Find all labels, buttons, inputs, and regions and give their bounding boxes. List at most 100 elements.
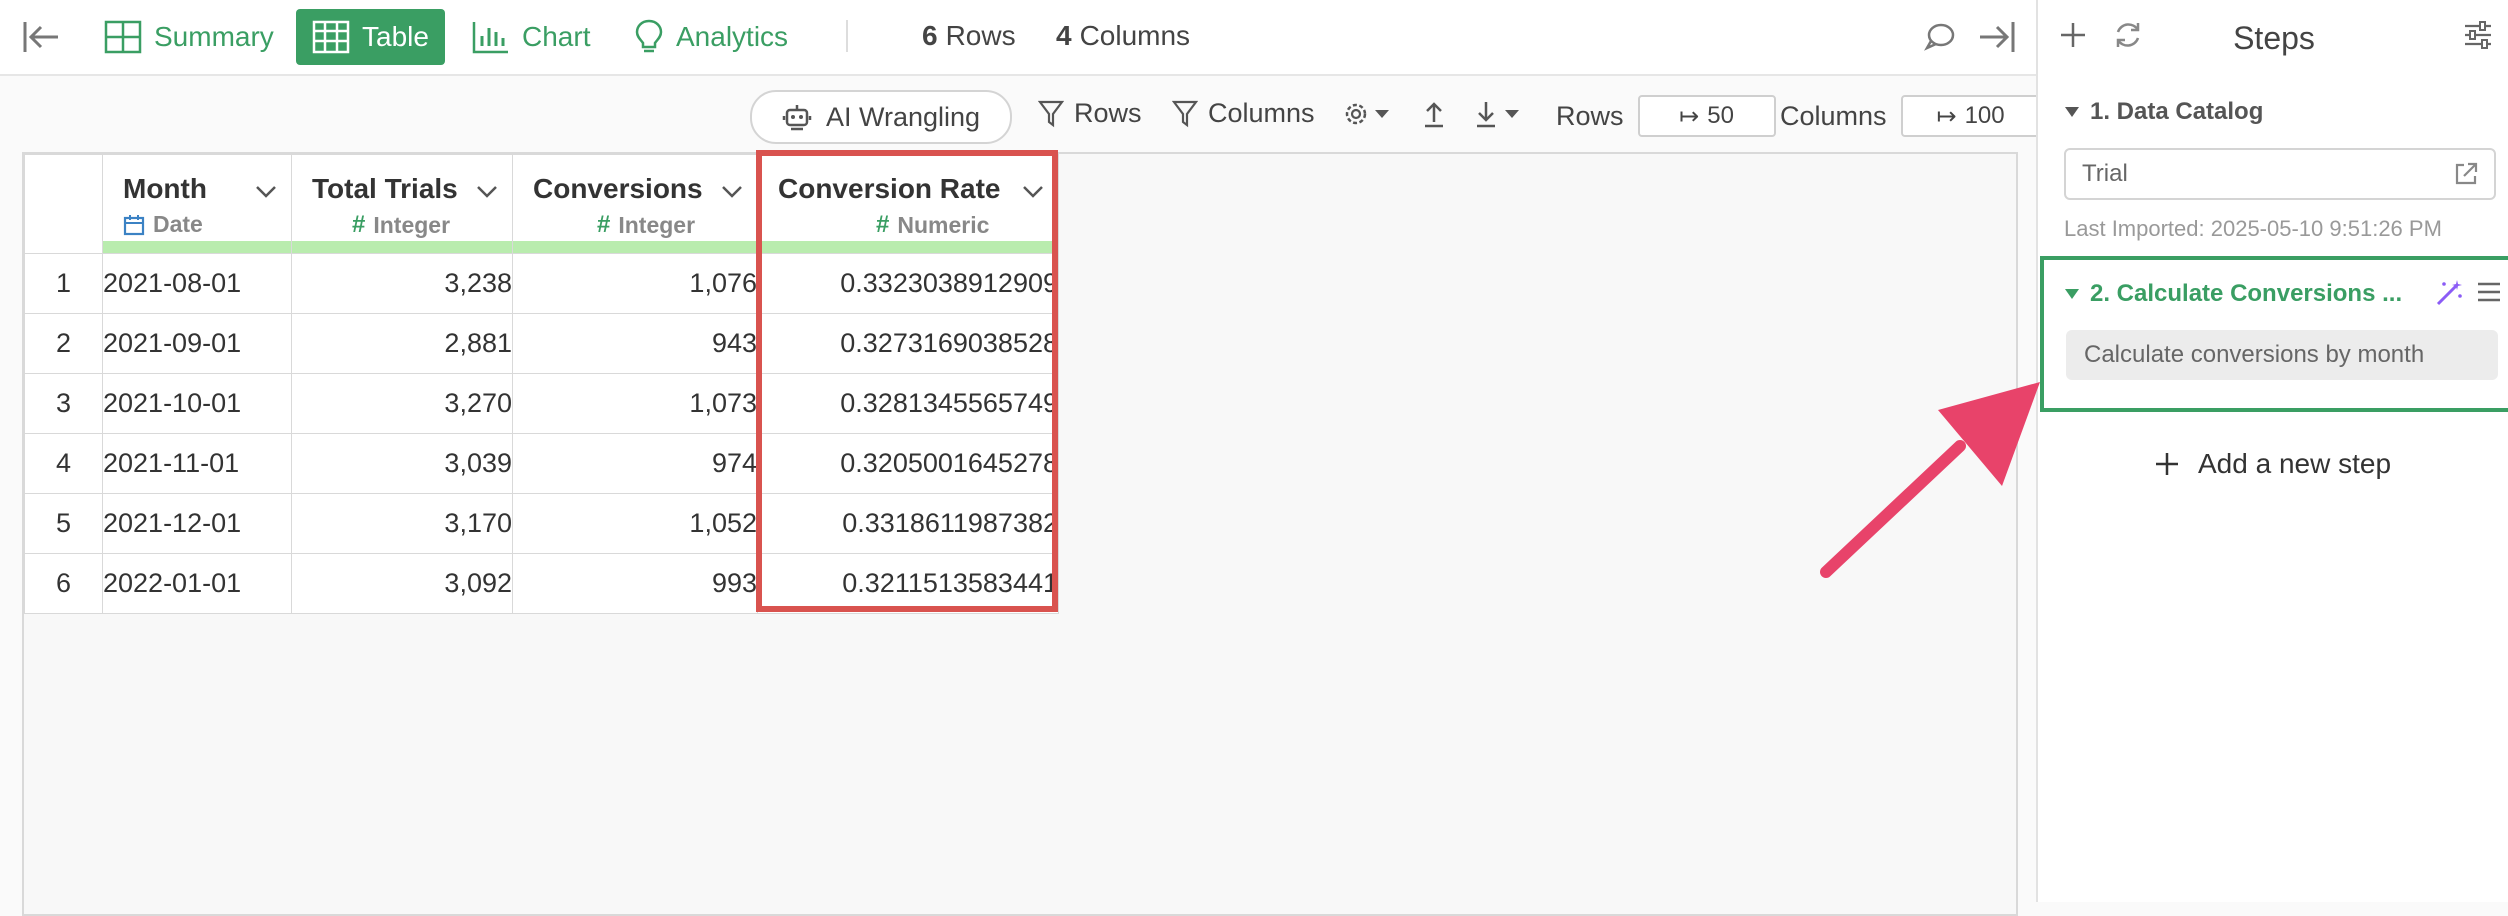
cell-total-trials[interactable]: 2,881 <box>291 313 513 374</box>
hash-icon: # <box>876 211 890 238</box>
column-quality-bar <box>758 241 1058 253</box>
cell-conversion-rate[interactable]: 0.3205001645278 <box>757 433 1059 494</box>
rows-limit-input[interactable]: ↦ 50 <box>1637 95 1776 137</box>
cell-month[interactable]: 2021-10-01 <box>102 373 292 434</box>
chevron-down-icon[interactable] <box>721 185 743 199</box>
cell-month[interactable]: 2021-11-01 <box>102 433 292 494</box>
comment-icon[interactable] <box>1924 22 1956 52</box>
collapse-right-icon[interactable] <box>1976 20 2016 54</box>
arrow-right-bar-icon: ↦ <box>1936 102 1957 130</box>
caret-down-icon <box>2064 288 2080 300</box>
cell-conversion-rate[interactable]: 0.3323038912909 <box>757 253 1059 314</box>
chevron-down-icon[interactable] <box>476 185 498 199</box>
sliders-icon[interactable] <box>2462 20 2494 50</box>
summary-grid-icon <box>104 20 154 54</box>
cell-total-trials[interactable]: 3,170 <box>291 493 513 554</box>
cell-conversions[interactable]: 943 <box>512 313 758 374</box>
ai-wrangling-button[interactable]: AI Wrangling <box>750 90 1013 144</box>
add-step-label: Add a new step <box>2198 448 2392 479</box>
collapse-left-icon[interactable] <box>22 20 62 54</box>
table-row: 1 2021-08-01 3,238 1,076 0.3323038912909 <box>24 253 1059 314</box>
steps-title: Steps <box>2233 20 2315 56</box>
tab-analytics[interactable]: Analytics <box>618 9 804 65</box>
column-type: # Numeric <box>876 211 989 239</box>
settings-dropdown[interactable] <box>1342 100 1390 128</box>
rows-count: 6 Rows <box>922 20 1016 52</box>
cell-conversion-rate[interactable]: 0.3273169038528 <box>757 313 1059 374</box>
cell-conversions[interactable]: 1,076 <box>512 253 758 314</box>
columns-filter-label: Columns <box>1208 98 1315 128</box>
step-1-source[interactable]: Trial <box>2064 148 2496 200</box>
cell-total-trials[interactable]: 3,092 <box>291 553 513 614</box>
rows-filter-label: Rows <box>1074 98 1142 128</box>
cell-conversions[interactable]: 1,073 <box>512 373 758 434</box>
column-type: # Integer <box>352 211 450 239</box>
column-quality-bar <box>292 241 512 253</box>
columns-filter-button[interactable]: Columns <box>1172 98 1315 129</box>
column-header-conversions[interactable]: Conversions # Integer <box>512 154 758 254</box>
cell-conversions[interactable]: 974 <box>512 433 758 494</box>
rows-limit-label: Rows <box>1556 100 1624 131</box>
tab-chart[interactable]: Chart <box>456 9 606 65</box>
caret-down-icon <box>2064 106 2080 118</box>
column-type-label: Numeric <box>897 211 990 238</box>
cell-conversions[interactable]: 1,052 <box>512 493 758 554</box>
row-number: 1 <box>24 253 103 314</box>
hash-icon: # <box>352 211 366 238</box>
data-grid: Month Date Total Trials # Integer Conver… <box>22 152 2018 916</box>
cell-month[interactable]: 2022-01-01 <box>102 553 292 614</box>
columns-limit-input[interactable]: ↦ 100 <box>1900 95 2041 137</box>
columns-count: 4 Columns <box>1056 20 1190 52</box>
hash-icon: # <box>597 211 611 238</box>
rows-filter-button[interactable]: Rows <box>1038 98 1142 129</box>
column-name: Conversions <box>533 173 703 204</box>
column-header-month[interactable]: Month Date <box>102 154 292 254</box>
cell-conversions[interactable]: 993 <box>512 553 758 614</box>
cell-month[interactable]: 2021-08-01 <box>102 253 292 314</box>
menu-icon[interactable] <box>2476 280 2502 304</box>
magic-wand-icon[interactable] <box>2434 278 2464 308</box>
rows-count-label: Rows <box>945 20 1016 51</box>
download-dropdown[interactable] <box>1474 100 1520 128</box>
upload-icon[interactable] <box>1422 100 1446 128</box>
cell-month[interactable]: 2021-12-01 <box>102 493 292 554</box>
step-1-header[interactable]: 1. Data Catalog <box>2064 98 2263 126</box>
row-number: 3 <box>24 373 103 434</box>
chevron-down-icon[interactable] <box>255 185 277 199</box>
cell-total-trials[interactable]: 3,238 <box>291 253 513 314</box>
column-quality-bar <box>513 241 757 253</box>
column-header-total-trials[interactable]: Total Trials # Integer <box>291 154 513 254</box>
step-2-header[interactable]: 2. Calculate Conversions ... <box>2064 280 2402 308</box>
step-2-card[interactable]: 2. Calculate Conversions ... Calculate c… <box>2040 256 2508 412</box>
tab-table[interactable]: Table <box>296 9 445 65</box>
gear-icon <box>1342 100 1370 128</box>
column-header-conversion-rate[interactable]: Conversion Rate # Numeric <box>757 154 1059 254</box>
cell-total-trials[interactable]: 3,039 <box>291 433 513 494</box>
chevron-down-icon[interactable] <box>1022 185 1044 199</box>
columns-count-label: Columns <box>1079 20 1191 51</box>
cell-conversion-rate[interactable]: 0.3281345565749 <box>757 373 1059 434</box>
cell-total-trials[interactable]: 3,270 <box>291 373 513 434</box>
filter-icon <box>1172 100 1198 128</box>
data-table: Month Date Total Trials # Integer Conver… <box>24 154 1059 614</box>
columns-count-value: 4 <box>1056 20 1072 51</box>
step-2-title: 2. Calculate Conversions ... <box>2090 280 2403 307</box>
table-row: 5 2021-12-01 3,170 1,052 0.3318611987382 <box>24 493 1059 554</box>
add-step-button[interactable]: Add a new step <box>2154 448 2391 480</box>
column-name: Total Trials <box>312 173 458 204</box>
cell-conversion-rate[interactable]: 0.3318611987382 <box>757 493 1059 554</box>
plus-icon <box>2154 451 2180 477</box>
tab-summary[interactable]: Summary <box>88 9 290 65</box>
column-type-label: Integer <box>618 211 696 238</box>
column-type: # Integer <box>597 211 695 239</box>
robot-icon <box>782 102 812 132</box>
step-2-description[interactable]: Calculate conversions by month <box>2066 330 2498 380</box>
rows-count-value: 6 <box>922 20 938 51</box>
cell-conversion-rate[interactable]: 0.3211513583441 <box>757 553 1059 614</box>
tab-analytics-label: Analytics <box>676 21 789 52</box>
external-link-icon[interactable] <box>2452 160 2480 188</box>
cell-month[interactable]: 2021-09-01 <box>102 313 292 374</box>
rows-limit: Rows ↦ 50 <box>1556 95 1776 137</box>
column-name: Conversion Rate <box>778 173 1001 204</box>
row-number: 4 <box>24 433 103 494</box>
